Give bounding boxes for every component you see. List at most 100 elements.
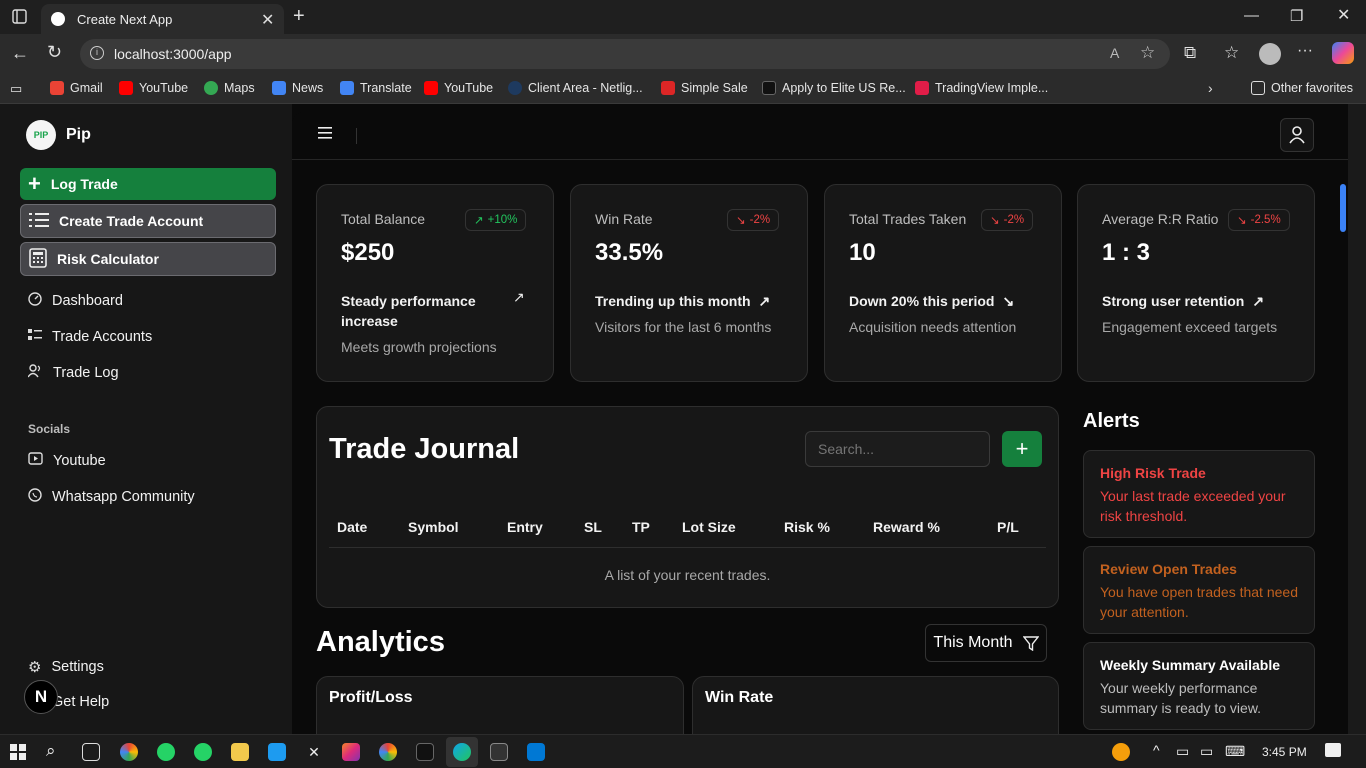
add-trade-button[interactable]: +: [1002, 431, 1042, 467]
back-icon[interactable]: ←: [11, 44, 29, 62]
users-icon: [27, 364, 43, 382]
create-trade-account-button[interactable]: Create Trade Account: [20, 204, 276, 238]
sidebar-toggle-icon[interactable]: ▭: [10, 82, 22, 95]
new-tab-icon[interactable]: +: [293, 6, 305, 26]
alert-review-open-trades[interactable]: Review Open Trades You have open trades …: [1083, 546, 1315, 634]
sidebar-item-trade-log[interactable]: Trade Log: [27, 364, 119, 382]
restore-icon[interactable]: ❐: [1290, 9, 1303, 24]
sidebar-item-dashboard[interactable]: Dashboard: [28, 292, 123, 310]
favorites-overflow-icon[interactable]: ›: [1208, 81, 1213, 95]
browser-tab[interactable]: Create Next App ✕: [41, 4, 284, 34]
scroll-indicator[interactable]: [1340, 184, 1346, 232]
tradingview-app-icon[interactable]: [416, 743, 434, 761]
list-details-icon: [28, 328, 42, 346]
header: [292, 112, 1348, 160]
sidebar-item-whatsapp[interactable]: Whatsapp Community: [28, 488, 195, 506]
stat-sub: Engagement exceed targets: [1102, 319, 1278, 335]
favorite-star-icon[interactable]: ☆: [1140, 43, 1155, 63]
clock[interactable]: 3:45 PM: [1262, 745, 1307, 759]
battery-icon[interactable]: ▭: [1200, 743, 1213, 760]
task-view-icon[interactable]: [82, 743, 100, 761]
fav-simple-sale[interactable]: Simple Sale: [661, 81, 748, 95]
column-header-lot-size: Lot Size: [682, 519, 736, 535]
gauge-icon: [28, 292, 42, 310]
whatsapp-icon: [28, 488, 42, 506]
other-favorites[interactable]: Other favorites: [1251, 81, 1353, 95]
fav-translate[interactable]: Translate: [340, 81, 412, 95]
network-icon[interactable]: ▭: [1176, 743, 1189, 760]
user-button[interactable]: [1280, 118, 1314, 152]
chrome-icon[interactable]: [379, 743, 397, 761]
tab-favicon-icon: [51, 12, 65, 26]
fav-client-area[interactable]: Client Area - Netlig...: [508, 81, 643, 95]
more-options-icon[interactable]: ···: [1297, 43, 1313, 59]
x-icon[interactable]: ✕: [305, 743, 323, 761]
alert-title: High Risk Trade: [1100, 465, 1206, 481]
sidebar-item-youtube[interactable]: Youtube: [28, 452, 106, 469]
chrome-color-icon[interactable]: [120, 743, 138, 761]
fav-youtube[interactable]: YouTube: [119, 81, 188, 95]
whatsapp-app-icon[interactable]: [157, 743, 175, 761]
extensions-icon[interactable]: ⧉: [1184, 44, 1196, 61]
minimize-icon[interactable]: —: [1244, 8, 1259, 23]
file-explorer-icon[interactable]: [231, 743, 249, 761]
maps-icon: [204, 81, 218, 95]
fav-youtube-2[interactable]: YouTube: [424, 81, 493, 95]
next-dev-badge[interactable]: N: [24, 680, 58, 714]
profile-avatar-icon[interactable]: [1259, 43, 1281, 65]
page-scrollbar[interactable]: [1348, 104, 1366, 734]
keyboard-icon[interactable]: ⌨: [1225, 743, 1245, 760]
alert-title: Weekly Summary Available: [1100, 657, 1281, 673]
stat-label: Win Rate: [595, 211, 653, 227]
fav-tradingview[interactable]: TradingView Imple...: [915, 81, 1048, 95]
table-caption: A list of your recent trades.: [604, 567, 771, 583]
analytics-title: Analytics: [316, 626, 445, 658]
read-aloud-icon[interactable]: A: [1110, 45, 1119, 61]
sidebar-item-settings[interactable]: ⚙ Settings: [28, 658, 104, 676]
copilot-icon[interactable]: [1332, 42, 1354, 64]
journal-search-input[interactable]: [805, 431, 990, 467]
vscode-icon[interactable]: [527, 743, 545, 761]
weather-icon[interactable]: [1112, 743, 1130, 761]
sidebar-item-trade-accounts[interactable]: Trade Accounts: [28, 328, 152, 346]
news-icon: [272, 81, 286, 95]
column-header-pl: P/L: [997, 519, 1019, 535]
terminal-icon[interactable]: [490, 743, 508, 761]
fav-maps[interactable]: Maps: [204, 81, 255, 95]
notifications-icon[interactable]: [1325, 743, 1341, 757]
fav-news[interactable]: News: [272, 81, 323, 95]
stat-headline: Strong user retention ↗: [1102, 293, 1265, 309]
stat-label: Total Balance: [341, 211, 426, 227]
journal-title: Trade Journal: [329, 433, 520, 465]
windows-start-icon[interactable]: [10, 744, 26, 765]
plus-icon: +: [28, 171, 41, 196]
user-icon: [1289, 126, 1305, 144]
search-icon[interactable]: ⌕: [46, 741, 56, 761]
site-info-icon[interactable]: i: [90, 46, 104, 60]
tray-chevron-icon[interactable]: ^: [1153, 742, 1160, 758]
brand[interactable]: PIP Pip: [26, 120, 91, 150]
store-icon[interactable]: [268, 743, 286, 761]
reload-icon[interactable]: ↻: [47, 43, 62, 61]
column-header-risk: Risk %: [784, 519, 830, 535]
fav-gmail[interactable]: Gmail: [50, 81, 103, 95]
fav-apply-elite[interactable]: Apply to Elite US Re...: [762, 81, 906, 95]
alert-high-risk[interactable]: High Risk Trade Your last trade exceeded…: [1083, 450, 1315, 538]
favorites-icon[interactable]: ☆: [1224, 44, 1239, 61]
trend-badge: ↘ -2%: [727, 209, 780, 231]
instagram-icon[interactable]: [342, 743, 360, 761]
alert-body: You have open trades that need your atte…: [1100, 584, 1298, 620]
risk-calculator-button[interactable]: Risk Calculator: [20, 242, 276, 276]
close-tab-icon[interactable]: ✕: [261, 10, 274, 30]
log-trade-button[interactable]: + Log Trade: [20, 168, 276, 200]
tab-actions-icon[interactable]: [12, 9, 27, 27]
gear-icon: ⚙: [28, 659, 42, 676]
menu-icon[interactable]: [318, 126, 332, 144]
alert-weekly-summary[interactable]: Weekly Summary Available Your weekly per…: [1083, 642, 1315, 730]
edge-icon[interactable]: [453, 743, 471, 761]
period-filter-button[interactable]: This Month: [925, 624, 1047, 662]
trend-up-icon: ↗: [474, 215, 484, 227]
window-close-icon[interactable]: ✕: [1337, 8, 1350, 24]
whatsapp-icon[interactable]: [194, 743, 212, 761]
url-field[interactable]: i localhost:3000/app A ☆: [80, 39, 1170, 69]
